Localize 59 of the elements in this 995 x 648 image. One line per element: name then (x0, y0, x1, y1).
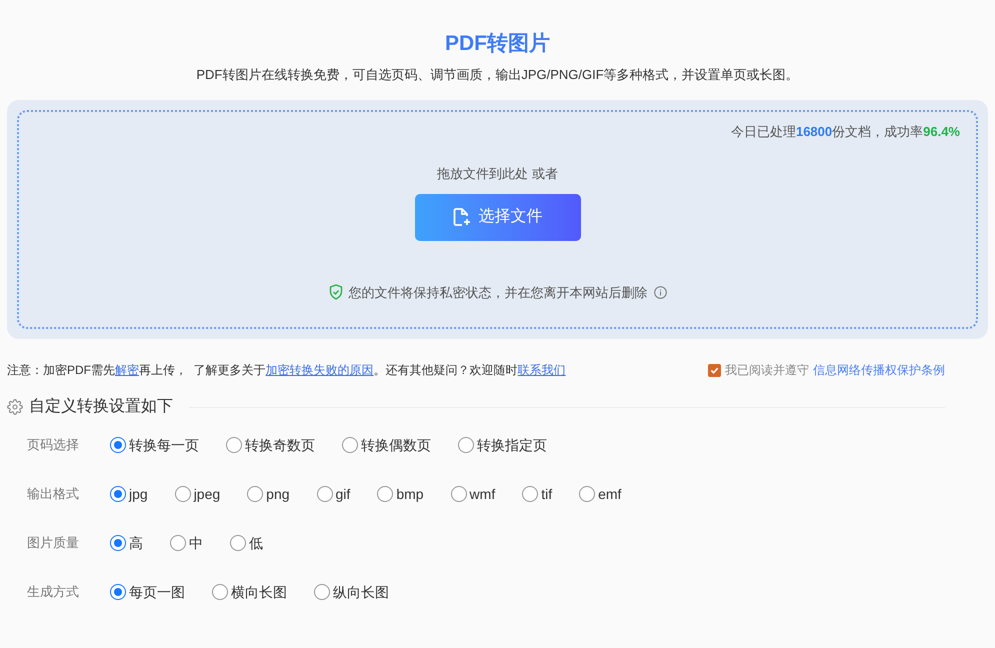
radio-button[interactable] (314, 584, 330, 600)
agreement-text: 我已阅读并遵守 (725, 362, 809, 379)
radio-button[interactable] (230, 535, 246, 551)
file-add-icon (452, 207, 470, 227)
option-label[interactable]: 低 (249, 532, 263, 554)
option-label[interactable]: 高 (129, 532, 143, 554)
option-label[interactable]: 转换偶数页 (361, 434, 431, 456)
radio-button[interactable] (212, 584, 228, 600)
drop-zone[interactable]: 今日已处理16800份文档，成功率96.4% 拖放文件到此处 或者 选择文件 您的文件将保持私密状态，并在您离开本网站后删除 (17, 110, 978, 329)
option-label[interactable]: 纵向长图 (333, 582, 389, 602)
setting-label: 输出格式 (27, 485, 80, 504)
option-label[interactable]: jpg (129, 484, 148, 504)
option-label[interactable]: 中 (189, 532, 203, 554)
stats-text: 今日已处理16800份文档，成功率96.4% (730, 123, 960, 141)
option-label[interactable]: 转换每一页 (129, 434, 199, 456)
radio-button[interactable] (110, 584, 126, 600)
radio-button[interactable] (316, 486, 333, 502)
radio-button[interactable] (174, 486, 191, 502)
radio-button[interactable] (377, 486, 394, 502)
settings-icon (7, 399, 23, 415)
choose-file-button[interactable]: 选择文件 (414, 194, 580, 240)
option-label[interactable]: jpeg (194, 484, 220, 504)
radio-button[interactable] (458, 437, 474, 453)
option-label[interactable]: 每页一图 (129, 582, 185, 602)
radio-button[interactable] (110, 486, 126, 502)
page-title: PDF转图片 (445, 31, 550, 57)
page-subtitle: PDF转图片在线转换免费，可自选页码、调节画质，输出JPG/PNG/GIF等多种格式，并设置单页或长图。 (196, 66, 799, 84)
option-label[interactable]: 转换指定页 (477, 434, 547, 456)
shield-check-icon (328, 284, 342, 300)
option-label[interactable]: png (266, 484, 290, 504)
radio-button[interactable] (579, 486, 596, 502)
notice-link[interactable]: 联系我们 (518, 363, 566, 377)
privacy-note: 您的文件将保持私密状态，并在您离开本网站后删除 (348, 284, 648, 302)
radio-button[interactable] (522, 486, 538, 502)
setting-label: 页码选择 (27, 436, 80, 454)
notice-text: 注意：加密PDF需先解密再上传， 了解更多关于加密转换失败的原因。还有其他疑问？欢迎随时联系我们 (7, 362, 566, 379)
option-label[interactable]: wmf (470, 484, 496, 504)
info-icon[interactable] (654, 286, 666, 299)
option-label[interactable]: bmp (396, 484, 424, 504)
setting-label: 生成方式 (27, 583, 80, 602)
notice-link[interactable]: 解密 (115, 363, 139, 377)
option-label[interactable]: gif (336, 484, 350, 504)
option-label[interactable]: 横向长图 (231, 582, 287, 602)
option-label[interactable]: 转换奇数页 (245, 434, 315, 456)
agreement-checkbox[interactable] (708, 364, 721, 376)
radio-button[interactable] (226, 437, 242, 453)
setting-label: 图片质量 (27, 534, 80, 552)
radio-button[interactable] (247, 486, 264, 502)
regulation-link[interactable]: 信息网络传播权保护条例 (813, 361, 945, 379)
radio-button[interactable] (110, 535, 126, 551)
radio-button[interactable] (342, 437, 358, 453)
option-label[interactable]: emf (598, 484, 622, 504)
radio-button[interactable] (110, 437, 126, 453)
radio-button[interactable] (170, 535, 186, 551)
radio-button[interactable] (450, 486, 467, 502)
settings-heading: 自定义转换设置如下 (29, 396, 173, 417)
drop-hint: 拖放文件到此处 或者 (437, 165, 558, 183)
notice-link[interactable]: 加密转换失败的原因 (266, 363, 374, 377)
option-label[interactable]: tif (541, 484, 552, 504)
